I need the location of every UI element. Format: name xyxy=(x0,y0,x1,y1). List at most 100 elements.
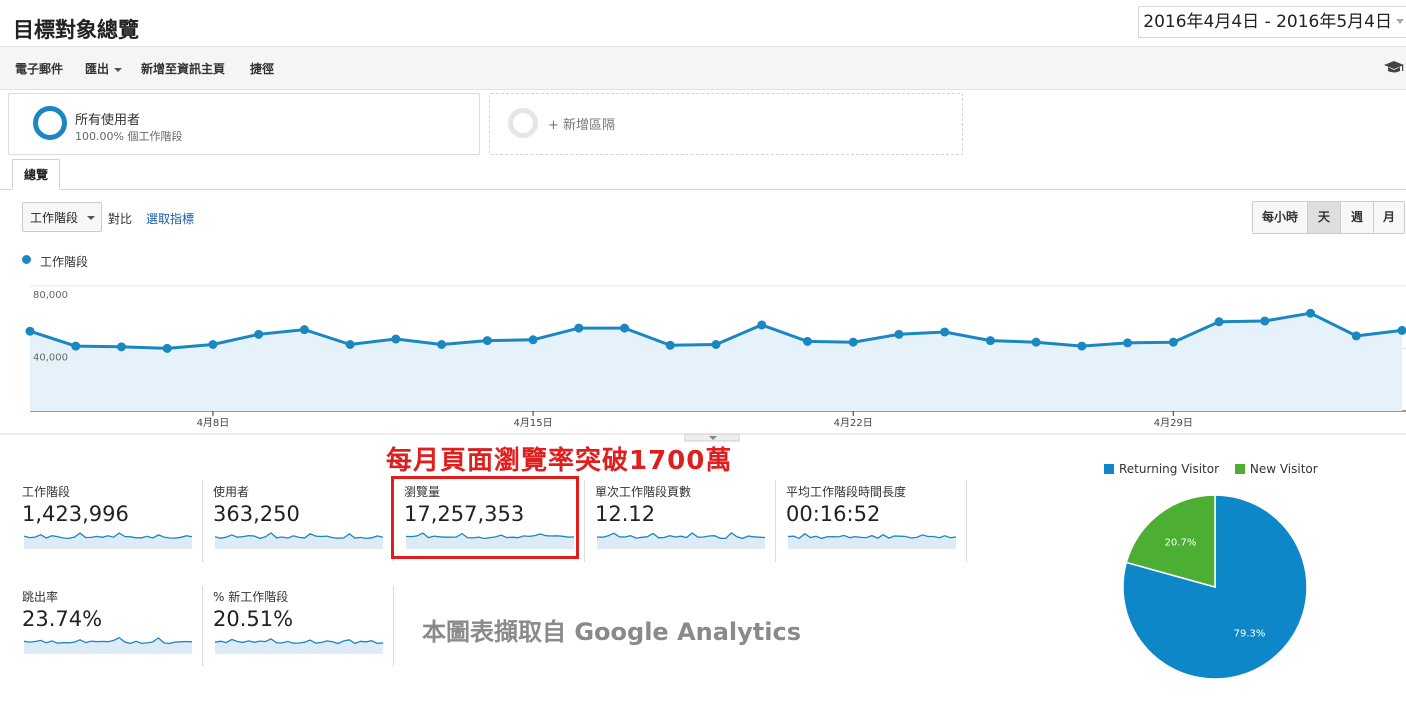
metric-card-label: % 新工作階段 xyxy=(213,590,289,604)
segment-ring-icon xyxy=(33,106,67,140)
metric-card[interactable]: 跳出率 23.74% xyxy=(22,588,202,668)
metric-sparkline xyxy=(215,638,383,654)
chart-point xyxy=(1123,338,1133,348)
metric-card-value: 20.51% xyxy=(213,607,294,631)
add-segment-button[interactable]: + 新增區隔 xyxy=(489,93,963,155)
toolbar: 電子郵件 匯出 新增至資訊主頁 捷徑 xyxy=(0,46,1406,90)
pie-slice-label: 20.7% xyxy=(1165,538,1197,549)
chart-point xyxy=(1214,317,1224,327)
y-tick-label: 80,000 xyxy=(33,290,68,301)
metric-card[interactable]: 單次工作階段頁數 12.12 xyxy=(595,483,775,563)
chart-point xyxy=(620,323,630,333)
legend-label-returning: Returning Visitor xyxy=(1119,462,1220,476)
date-range-picker[interactable]: 2016年4月4日 - 2016年5月4日 xyxy=(1138,6,1406,38)
email-button[interactable]: 電子郵件 xyxy=(15,60,63,77)
segment-name: 所有使用者 xyxy=(75,113,141,128)
legend-label-new: New Visitor xyxy=(1249,462,1318,476)
chart-point xyxy=(1077,341,1087,351)
chart-point xyxy=(711,340,721,349)
source-note: 本圖表擷取自 Google Analytics xyxy=(422,618,802,646)
chart-point xyxy=(848,337,858,347)
metric-select[interactable]: 工作階段 xyxy=(22,202,102,232)
chart-point xyxy=(116,342,126,352)
chart-point xyxy=(757,320,767,330)
export-label: 匯出 xyxy=(85,62,110,76)
metric-sparkline xyxy=(597,532,765,549)
chart-point xyxy=(391,334,401,344)
chart-area-fill xyxy=(30,313,1402,411)
page-title: 目標對象總覽 xyxy=(13,18,139,42)
sparkline-fill xyxy=(215,532,383,549)
x-tick-label: 4月8日 xyxy=(197,417,230,429)
card-divider xyxy=(393,586,394,666)
chart-point xyxy=(1031,337,1041,347)
add-segment-label: + 新增區隔 xyxy=(548,118,616,133)
x-tick-label: 4月22日 xyxy=(834,417,873,429)
sparkline-fill xyxy=(24,637,192,654)
tab-overview[interactable]: 總覽 xyxy=(12,159,60,190)
chart-point xyxy=(208,340,218,349)
metric-card-value: 23.74% xyxy=(22,607,103,631)
metric-card-value: 12.12 xyxy=(595,502,656,526)
chart-point xyxy=(162,343,172,353)
chart-point xyxy=(482,336,492,346)
legend-item-new: New Visitor xyxy=(1234,462,1318,476)
metric-card[interactable]: % 新工作階段 20.51% xyxy=(213,588,393,668)
chart-point xyxy=(254,329,264,339)
legend-swatch xyxy=(1234,464,1245,474)
card-divider xyxy=(584,480,585,562)
chart-point xyxy=(1306,308,1316,318)
add-to-dashboard-button[interactable]: 新增至資訊主頁 xyxy=(141,60,225,77)
segment-detail: 100.00% 個工作階段 xyxy=(75,130,183,143)
metric-select-label: 工作階段 xyxy=(30,211,79,225)
sparkline-fill xyxy=(215,638,383,654)
segment-all-users[interactable]: 所有使用者 100.00% 個工作階段 xyxy=(8,93,480,155)
legend-swatch xyxy=(1104,464,1114,474)
card-divider xyxy=(202,480,203,562)
graduation-cap-icon[interactable] xyxy=(1384,59,1404,75)
chart-point xyxy=(528,335,538,345)
chart-point xyxy=(802,336,812,346)
pie-legend: Returning Visitor New Visitor xyxy=(1104,462,1318,476)
chart-point xyxy=(1168,337,1178,347)
chart-point xyxy=(299,325,309,335)
chevron-down-icon xyxy=(1396,19,1404,24)
chart-point xyxy=(437,340,447,349)
tab-divider xyxy=(0,189,1406,190)
granularity-day-button[interactable]: 天 xyxy=(1307,202,1340,233)
granularity-hourly-button[interactable]: 每小時 xyxy=(1253,202,1307,233)
granularity-week-button[interactable]: 週 xyxy=(1340,202,1373,233)
metric-card-value: 1,423,996 xyxy=(22,502,129,526)
sparkline-fill xyxy=(597,532,765,549)
shortcut-button[interactable]: 捷徑 xyxy=(250,60,274,77)
chart-point xyxy=(940,327,950,337)
metric-card-value: 363,250 xyxy=(213,502,300,526)
legend-item-returning: Returning Visitor xyxy=(1104,462,1219,476)
pageviews-annotation: 每月頁面瀏覽率突破1700萬 xyxy=(386,446,733,476)
chart-point xyxy=(574,323,584,333)
metric-card-label: 工作階段 xyxy=(22,485,71,499)
metric-card[interactable]: 使用者 363,250 xyxy=(213,483,393,563)
granularity-month-button[interactable]: 月 xyxy=(1373,202,1404,233)
metric-card[interactable]: 工作階段 1,423,996 xyxy=(22,483,202,563)
chart-point xyxy=(985,336,995,346)
metric-sparkline xyxy=(215,532,383,549)
chart-point xyxy=(25,326,35,336)
x-tick-label: 4月29日 xyxy=(1154,417,1193,429)
select-metric-link[interactable]: 選取指標 xyxy=(146,210,194,227)
chart-point xyxy=(665,340,675,350)
date-range-label: 2016年4月4日 - 2016年5月4日 xyxy=(1143,12,1392,32)
card-divider xyxy=(966,480,967,562)
chart-point xyxy=(894,329,904,339)
export-button[interactable]: 匯出 xyxy=(85,60,123,77)
metric-card-value: 00:16:52 xyxy=(786,502,881,526)
metric-sparkline xyxy=(24,532,192,549)
y-tick-label: 40,000 xyxy=(33,352,68,363)
chevron-down-icon xyxy=(114,67,123,72)
pageviews-highlight-box xyxy=(391,476,579,559)
vs-label: 對比 xyxy=(108,212,133,226)
metric-card-label: 平均工作階段時間長度 xyxy=(786,485,907,499)
chart-point xyxy=(1260,316,1270,326)
metric-card[interactable]: 平均工作階段時間長度 00:16:52 xyxy=(786,483,966,563)
granularity-toggle: 每小時 天 週 月 xyxy=(1252,201,1405,234)
